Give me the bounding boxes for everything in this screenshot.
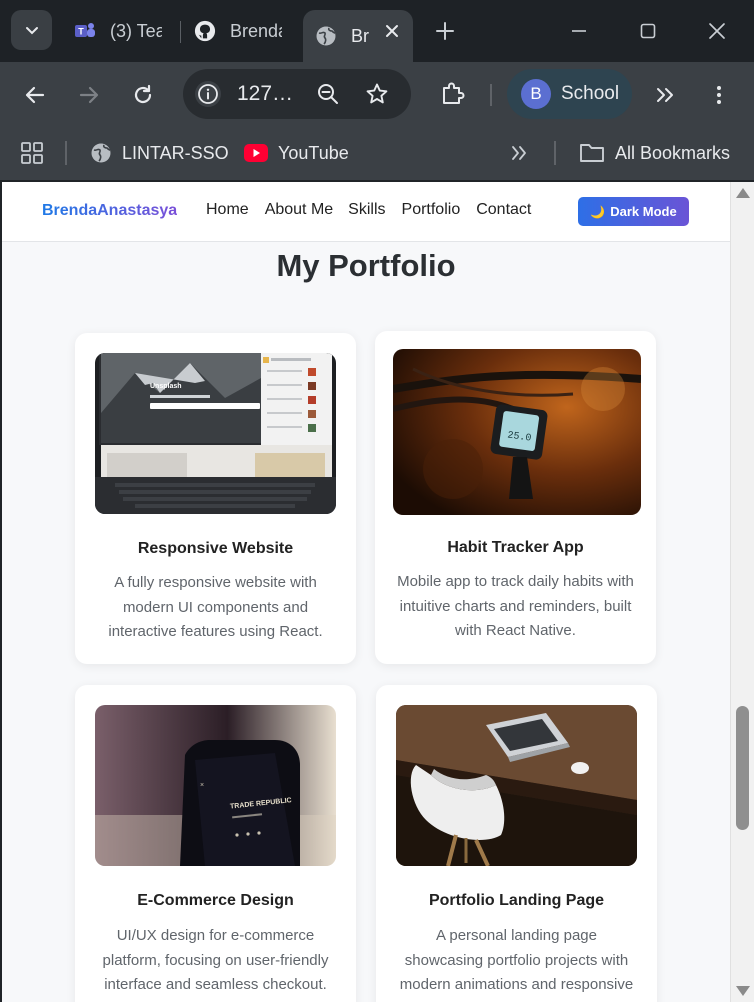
project-title: Habit Tracker App (447, 539, 584, 556)
scrollbar-thumb[interactable] (736, 706, 749, 830)
page-viewport: BrendaAnastasya Home About Me Skills Por… (2, 182, 730, 1002)
tab-label: Brenda (351, 25, 369, 46)
globe-icon (315, 25, 337, 47)
arrow-left-icon (25, 86, 45, 104)
bookmark-youtube[interactable]: YouTube (244, 138, 349, 168)
profile-name: School (561, 83, 620, 104)
forward-button[interactable] (74, 80, 104, 110)
svg-text:×: × (200, 782, 204, 789)
nav-portfolio[interactable]: Portfolio (402, 201, 461, 219)
nav-contact[interactable]: Contact (476, 201, 531, 219)
tab-teams[interactable]: T (3) Teams (74, 12, 174, 50)
moon-icon: 🌙 (590, 204, 606, 219)
apps-button[interactable] (20, 138, 44, 168)
site-nav: Home About Me Skills Portfolio Contact (206, 201, 547, 219)
more-bookmarks-button[interactable] (508, 138, 530, 168)
folder-icon (579, 142, 605, 164)
site-navbar: BrendaAnastasya Home About Me Skills Por… (2, 182, 730, 242)
url-text: 127.0.0.1 (237, 82, 297, 105)
browser-window: T (3) Teams BrendaAnastasya Brenda (0, 0, 754, 1002)
phone-app-photo: TRADE REPUBLIC × (95, 705, 336, 866)
bookmarks-bar: LINTAR-SSO YouTube All Bookmarks (0, 128, 754, 180)
back-button[interactable] (20, 80, 50, 110)
unsplash-text: Unsplash (150, 383, 182, 390)
plus-icon (436, 22, 454, 40)
tab-search-button[interactable] (11, 10, 52, 50)
project-description: A fully responsive website with modern U… (108, 574, 323, 640)
apps-grid-icon (21, 142, 43, 164)
teams-icon: T (74, 20, 96, 42)
project-card[interactable]: TRADE REPUBLIC × E-Commerce Design UI/UX… (75, 685, 356, 1002)
tab-separator (180, 21, 181, 43)
chevron-down-icon (25, 27, 38, 35)
double-chevron-right-icon (657, 88, 673, 102)
project-title: Responsive Website (137, 540, 294, 557)
globe-icon (90, 142, 112, 164)
close-tab-icon[interactable] (383, 22, 401, 40)
double-chevron-right-icon (512, 146, 526, 160)
bookmarks-separator (65, 141, 67, 165)
project-description: A personal landing page showcasing portf… (399, 927, 634, 993)
tab-strip: T (3) Teams BrendaAnastasya Brenda (0, 0, 754, 62)
scroll-up-arrow-icon[interactable] (736, 188, 750, 198)
dark-mode-label: Dark Mode (610, 204, 677, 219)
new-tab-button[interactable] (432, 18, 458, 44)
zoom-icon[interactable] (315, 81, 341, 107)
extensions-button[interactable] (437, 79, 467, 109)
nav-skills[interactable]: Skills (348, 201, 385, 219)
dark-mode-button[interactable]: 🌙 Dark Mode (578, 197, 689, 226)
project-description: Mobile app to track daily habits with in… (397, 573, 634, 639)
site-brand[interactable]: BrendaAnastasya (42, 202, 177, 220)
project-title: Portfolio Landing Page (428, 892, 605, 909)
youtube-icon (244, 144, 268, 162)
tab-portfolio-active[interactable]: Brenda (303, 10, 413, 62)
project-title: E-Commerce Design (137, 892, 294, 909)
nav-home[interactable]: Home (206, 201, 249, 219)
reload-icon (134, 84, 152, 104)
browser-toolbar: 127.0.0.1 B School (0, 62, 754, 128)
laptop-photo: Unsplash (95, 353, 336, 514)
maximize-icon (640, 23, 656, 39)
reload-button[interactable] (128, 80, 158, 110)
svg-text:T: T (78, 27, 84, 37)
profile-button[interactable]: B School (507, 69, 632, 119)
minimize-button[interactable] (566, 18, 592, 44)
nav-about-me[interactable]: About Me (265, 201, 333, 219)
close-icon (709, 23, 725, 39)
bookmarks-separator (554, 141, 556, 165)
address-bar[interactable]: 127.0.0.1 (183, 69, 411, 119)
page-scrollbar[interactable] (730, 182, 754, 1002)
bookmark-label: YouTube (278, 142, 349, 163)
bike-display-photo: 25.0 (393, 349, 641, 515)
bookmark-lintar-sso[interactable]: LINTAR-SSO (90, 138, 229, 168)
site-info-icon[interactable] (195, 81, 221, 107)
desk-laptop-photo (396, 705, 637, 866)
tab-label: BrendaAnastasya (230, 20, 282, 41)
kebab-menu-icon (717, 86, 721, 104)
maximize-button[interactable] (635, 18, 661, 44)
more-tools-button[interactable] (650, 80, 680, 110)
minimize-icon (572, 30, 586, 32)
bookmark-star-icon[interactable] (363, 80, 391, 108)
section-title: My Portfolio (276, 248, 456, 283)
github-icon (194, 20, 216, 42)
project-card[interactable]: Portfolio Landing Page A personal landin… (376, 685, 657, 1002)
all-bookmarks-button[interactable]: All Bookmarks (579, 138, 730, 168)
tab-github[interactable]: BrendaAnastasya (194, 12, 290, 50)
close-window-button[interactable] (704, 18, 730, 44)
puzzle-icon (443, 82, 465, 104)
toolbar-separator (490, 84, 492, 106)
project-description: UI/UX design for e-commerce platform, fo… (102, 927, 329, 993)
scroll-down-arrow-icon[interactable] (736, 986, 750, 996)
tab-label: (3) Teams (110, 20, 162, 41)
project-card[interactable]: Unsplash Responsive Website A fully resp… (75, 333, 356, 664)
menu-button[interactable] (704, 80, 734, 110)
arrow-right-icon (79, 86, 99, 104)
all-bookmarks-label: All Bookmarks (615, 142, 731, 163)
avatar: B (521, 79, 551, 109)
project-card[interactable]: 25.0 Habit Tracker App Mobile app to tra… (375, 331, 656, 664)
bookmark-label: LINTAR-SSO (122, 142, 229, 163)
